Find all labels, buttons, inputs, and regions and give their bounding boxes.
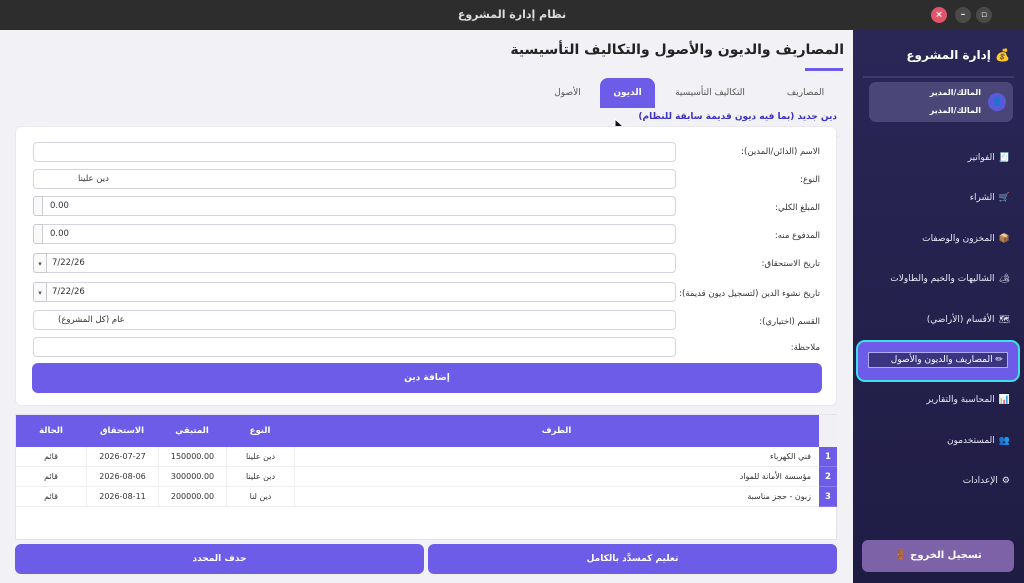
sidebar-item-sections[interactable]: 🗺الأقسام (الأراضي) [927, 315, 1010, 325]
row-number[interactable]: 1 [819, 447, 837, 467]
logout-button[interactable]: تسجيل الخروج 🚪 [862, 540, 1014, 572]
chevron-down-icon[interactable]: ▾ [33, 282, 47, 302]
maximize-icon[interactable]: ▫ [976, 7, 992, 23]
add-debt-button[interactable]: إضافة دين [32, 363, 822, 393]
gear-icon: ⚙ [1001, 476, 1010, 486]
chevron-down-icon[interactable]: ▾ [33, 253, 47, 273]
main-content: المصاريف والديون والأصول والتكاليف التأس… [0, 30, 853, 583]
minimize-icon[interactable]: – [955, 7, 971, 23]
debt-form: الاسم (الدائن/المدين): النوع: دين علينا … [15, 126, 837, 406]
title-bar: نظام إدارة المشروع × – ▫ [0, 0, 1024, 30]
sidebar-item-label: الأقسام (الأراضي) [926, 315, 995, 325]
section-select[interactable]: عام (كل المشروع) [33, 310, 676, 330]
column-header-due[interactable]: الاستحقاق [86, 415, 158, 447]
name-input[interactable] [33, 142, 676, 162]
sidebar-item-chalets[interactable]: 🏕الشاليهات والخيم والطاولات [890, 274, 1010, 284]
sidebar-item-label: الشاليهات والخيم والطاولات [890, 274, 995, 284]
row-number[interactable]: 2 [819, 467, 837, 487]
sidebar-item-label: المخزون والوصفات [922, 234, 995, 244]
column-header-type[interactable]: النوع [226, 415, 294, 447]
column-header-party[interactable]: الطرف [294, 415, 819, 447]
tab-expenses[interactable]: المصاريف [758, 78, 853, 108]
tab-debts[interactable]: الديون [600, 78, 655, 108]
origin-date-label: تاريخ نشوء الدين (لتسجيل ديون قديمة): [679, 289, 820, 299]
user-role: المالك/المدير [929, 106, 981, 115]
table-row[interactable]: فني الكهرباء دين علينا 150000.00 2026-07… [16, 447, 819, 467]
tent-icon: 🏕 [998, 274, 1010, 284]
cart-icon: 🛒 [998, 193, 1010, 203]
row-number[interactable]: 3 [819, 487, 837, 507]
delete-selected-button[interactable]: حذف المحدد [15, 544, 424, 574]
sidebar-item-label: الشراء [969, 193, 995, 203]
title-underline [805, 68, 843, 71]
sidebar-item-invoices[interactable]: 🧾الفواتير [968, 153, 1010, 163]
tab-founding-costs[interactable]: التكاليف التأسيسية [660, 78, 760, 108]
user-avatar-icon: 👤 [988, 93, 1006, 111]
table-header: الطرف النوع المتبقي الاستحقاق الحالة [16, 415, 819, 447]
table-row[interactable]: مؤسسة الأمانة للمواد دين علينا 300000.00… [16, 467, 819, 487]
note-label: ملاحظة: [790, 343, 820, 353]
sidebar-title: 💰 إدارة المشروع [906, 48, 1010, 62]
table-row[interactable]: زبون - حجز مناسبة دين لنا 200000.00 2026… [16, 487, 819, 507]
column-header-status[interactable]: الحالة [16, 415, 86, 447]
sidebar-item-label: المصاريف والديون والأصول [890, 355, 993, 365]
sidebar-item-purchase[interactable]: 🛒الشراء [970, 193, 1010, 203]
box-icon: 📦 [998, 234, 1010, 244]
invoice-icon: 🧾 [998, 153, 1010, 163]
close-icon[interactable]: × [931, 7, 947, 23]
sidebar-item-label: الفواتير [967, 153, 995, 163]
user-card: 👤 المالك/المدير المالك/المدير [869, 82, 1013, 122]
column-header-remaining[interactable]: المتبقي [158, 415, 226, 447]
users-icon: 👥 [998, 436, 1010, 446]
form-section-title: دين جديد (بما فيه ديون قديمة سابقة للنظا… [638, 112, 837, 122]
total-amount-input[interactable]: 0.00 [33, 196, 676, 216]
sidebar-item-users[interactable]: 👥المستخدمون [947, 436, 1010, 446]
debts-table: الطرف النوع المتبقي الاستحقاق الحالة فني… [15, 414, 837, 540]
sidebar-item-label: المستخدمون [946, 436, 995, 446]
user-name: المالك/المدير [929, 88, 981, 97]
mark-paid-button[interactable]: تعليم كمسدَّد بالكامل [428, 544, 837, 574]
paid-amount-input[interactable]: 0.00 [33, 224, 676, 244]
sidebar-item-accounting[interactable]: 📊المحاسبة والتقارير [926, 395, 1010, 405]
divider [863, 76, 1014, 78]
tab-assets[interactable]: الأصول [540, 78, 595, 108]
due-date-input[interactable]: ▾ 7/22/26 [33, 253, 676, 273]
due-date-label: تاريخ الاستحقاق: [761, 259, 820, 269]
section-label: القسم (اختياري): [759, 317, 820, 327]
sidebar-item-expenses[interactable]: ✏ المصاريف والديون والأصول [858, 342, 1018, 380]
total-label: المبلغ الكلي: [775, 203, 820, 213]
app-window: نظام إدارة المشروع × – ▫ 💰 إدارة المشروع… [0, 0, 1024, 583]
map-icon: 🗺 [998, 315, 1010, 325]
spinner-icon[interactable] [33, 196, 43, 216]
sidebar-item-inventory[interactable]: 📦المخزون والوصفات [922, 234, 1010, 244]
name-label: الاسم (الدائن/المدين): [741, 147, 820, 157]
page-title: المصاريف والديون والأصول والتكاليف التأس… [510, 42, 844, 58]
note-input[interactable] [33, 337, 676, 357]
sidebar-item-label: الإعدادات [962, 476, 998, 486]
type-select[interactable]: دين علينا [33, 169, 676, 189]
type-label: النوع: [800, 175, 820, 185]
spinner-icon[interactable] [33, 224, 43, 244]
sidebar-item-label: المحاسبة والتقارير [926, 395, 995, 405]
sidebar: 💰 إدارة المشروع 👤 المالك/المدير المالك/ا… [853, 30, 1024, 583]
origin-date-input[interactable]: ▾ 7/22/26 [33, 282, 676, 302]
table-corner [819, 415, 837, 447]
paid-label: المدفوع منه: [774, 231, 820, 241]
chart-icon: 📊 [998, 395, 1010, 405]
window-title: نظام إدارة المشروع [457, 8, 567, 21]
pencil-icon: ✏ [995, 355, 1003, 365]
sidebar-item-settings[interactable]: ⚙الإعدادات [963, 476, 1010, 486]
